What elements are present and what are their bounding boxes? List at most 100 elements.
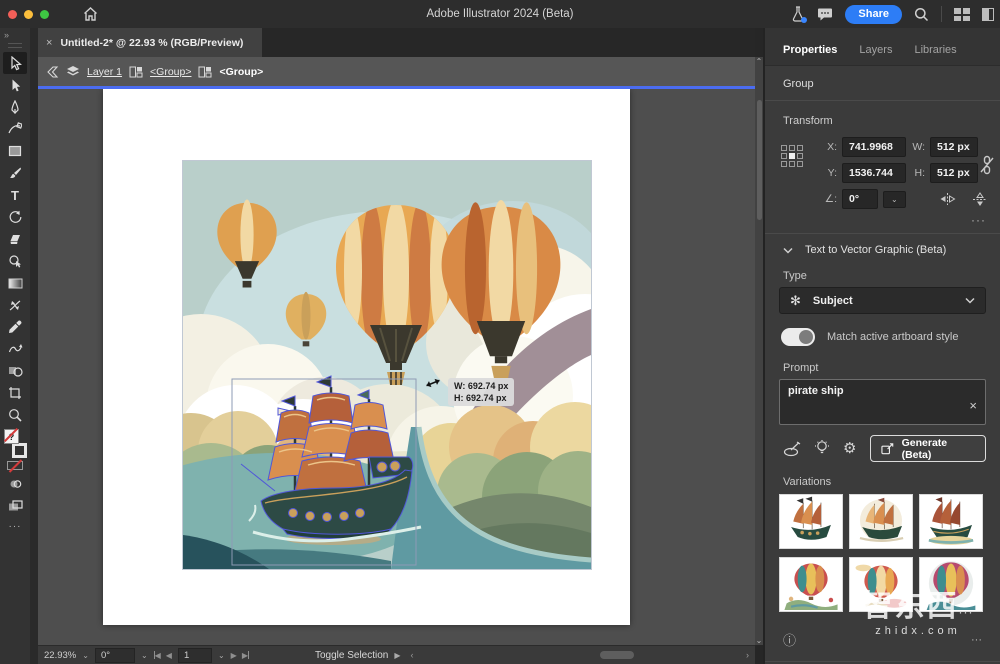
expand-panels-icon[interactable]: » xyxy=(4,30,8,40)
toolbar-grip[interactable] xyxy=(8,43,22,48)
section-chevron-icon[interactable] xyxy=(783,247,793,254)
tab-properties[interactable]: Properties xyxy=(783,44,837,56)
gradient-tool[interactable] xyxy=(3,272,27,294)
shapes-group-tool[interactable] xyxy=(3,360,27,382)
close-window-button[interactable] xyxy=(8,10,17,19)
tab-libraries[interactable]: Libraries xyxy=(914,44,956,56)
dock-gap xyxy=(30,28,38,664)
vertical-scroll-thumb[interactable] xyxy=(757,100,762,220)
status-expand-icon[interactable]: ▶ xyxy=(394,651,400,660)
curvature-tool[interactable] xyxy=(3,118,27,140)
last-artboard-button[interactable]: ▶ xyxy=(242,651,249,660)
x-field[interactable]: 741.9968 xyxy=(842,137,906,157)
match-style-toggle[interactable] xyxy=(781,328,815,346)
rectangle-tool[interactable] xyxy=(3,140,27,162)
eraser-tool[interactable] xyxy=(3,228,27,250)
scroll-right-icon[interactable]: › xyxy=(746,650,749,660)
zoom-tool[interactable] xyxy=(3,404,27,426)
variation-thumbnail-ship-3[interactable] xyxy=(919,494,983,549)
zoom-level-value[interactable]: 22.93% xyxy=(44,650,76,661)
rotation-angle-field[interactable]: 0° xyxy=(842,189,878,209)
artboard-number-field[interactable]: 1 xyxy=(178,648,212,663)
width-field[interactable]: 512 px xyxy=(930,137,978,157)
home-icon[interactable] xyxy=(83,7,98,21)
next-artboard-button[interactable]: ▶ xyxy=(231,651,237,660)
fill-stroke-swatches[interactable]: ? xyxy=(3,428,27,458)
style-picker-icon[interactable] xyxy=(783,441,801,457)
minimize-window-button[interactable] xyxy=(24,10,33,19)
variation-thumbnail-balloon-2[interactable] xyxy=(849,557,913,612)
workspace-layout-icon[interactable] xyxy=(954,8,970,21)
eyedropper-tool[interactable] xyxy=(3,316,27,338)
more-tools-button[interactable]: ··· xyxy=(9,521,22,532)
artboard-dropdown-icon[interactable]: ⌄ xyxy=(218,651,225,660)
prompt-input[interactable]: pirate ship × xyxy=(779,379,986,425)
prev-artboard-button[interactable]: ◀ xyxy=(166,651,172,660)
back-arrow-icon[interactable] xyxy=(46,66,59,78)
rotate-tool[interactable] xyxy=(3,206,27,228)
height-field[interactable]: 512 px xyxy=(930,163,978,183)
width-tool[interactable] xyxy=(3,294,27,316)
settings-gear-icon[interactable]: ⚙ xyxy=(843,441,856,456)
first-artboard-button[interactable]: ◀ xyxy=(154,651,161,660)
direct-selection-tool[interactable] xyxy=(3,74,27,96)
flip-horizontal-icon[interactable] xyxy=(939,192,956,207)
zoom-window-button[interactable] xyxy=(40,10,49,19)
variation-thumbnail-ship-1[interactable] xyxy=(779,494,843,549)
pen-tool[interactable] xyxy=(3,96,27,118)
ttv-section-header[interactable]: Text to Vector Graphic (Beta) xyxy=(765,234,1000,264)
artwork-illustration[interactable] xyxy=(183,161,591,569)
window-controls[interactable] xyxy=(8,10,49,19)
flip-vertical-icon[interactable] xyxy=(972,192,988,207)
x-label: X: xyxy=(823,141,837,153)
scroll-left-icon[interactable]: ‹ xyxy=(411,650,414,660)
screen-mode-button[interactable] xyxy=(3,495,27,517)
shape-builder-tool[interactable] xyxy=(3,250,27,272)
subject-dropdown[interactable]: ✻ Subject xyxy=(779,287,986,314)
artboard[interactable] xyxy=(103,89,630,625)
tab-layers[interactable]: Layers xyxy=(859,44,892,56)
horizontal-scrollbar[interactable]: ‹ › xyxy=(411,649,749,661)
artboard-tool[interactable] xyxy=(3,382,27,404)
document-tab[interactable]: × Untitled-2* @ 22.93 % (RGB/Preview) xyxy=(38,28,262,57)
lightbulb-icon[interactable] xyxy=(815,440,829,457)
paintbrush-tool[interactable] xyxy=(3,162,27,184)
constrain-proportions-icon[interactable] xyxy=(978,155,996,175)
search-icon[interactable] xyxy=(914,7,929,22)
properties-panel: Properties Layers Libraries Group Transf… xyxy=(763,28,1000,664)
rotation-field[interactable]: 0° xyxy=(95,648,135,663)
size-tooltip: W: 692.74 px H: 692.74 px xyxy=(448,378,514,406)
breadcrumb-group-1[interactable]: <Group> xyxy=(150,66,191,78)
variations-more-icon[interactable]: ··· xyxy=(971,634,982,646)
scroll-up-icon[interactable]: ⌃ xyxy=(756,57,763,66)
info-icon[interactable]: ⓘ xyxy=(783,630,796,649)
y-field[interactable]: 1536.744 xyxy=(842,163,906,183)
drawing-mode-button[interactable] xyxy=(3,473,27,495)
comments-icon[interactable] xyxy=(817,7,833,22)
horizontal-scroll-thumb[interactable] xyxy=(600,651,634,659)
share-button[interactable]: Share xyxy=(845,5,902,24)
variation-thumbnail-ship-2[interactable] xyxy=(849,494,913,549)
stroke-swatch[interactable] xyxy=(12,443,27,458)
angle-dropdown-icon[interactable]: ⌄ xyxy=(883,191,906,208)
breadcrumb-layer[interactable]: Layer 1 xyxy=(87,66,122,78)
selection-tool[interactable] xyxy=(3,52,27,74)
variation-thumbnail-balloon-3[interactable] xyxy=(919,557,983,612)
scroll-down-icon[interactable]: ⌄ xyxy=(756,636,763,645)
document-tab-bar: × Untitled-2* @ 22.93 % (RGB/Preview) xyxy=(38,28,755,57)
variation-thumbnail-balloon-1[interactable] xyxy=(779,557,843,612)
rotate-view-tool[interactable] xyxy=(3,338,27,360)
reference-point-locator[interactable] xyxy=(781,145,803,167)
clear-prompt-icon[interactable]: × xyxy=(969,398,977,413)
tools-panel: » T ? xyxy=(0,28,30,664)
beta-features-icon[interactable] xyxy=(791,6,805,22)
canvas-pasteboard[interactable]: W: 692.74 px H: 692.74 px xyxy=(38,89,755,645)
rotation-dropdown-icon[interactable]: ⌄ xyxy=(141,651,148,660)
color-none-button[interactable] xyxy=(7,461,23,470)
transform-more-options[interactable]: ··· xyxy=(765,209,1000,227)
panel-layout-icon[interactable] xyxy=(982,8,994,21)
generate-button[interactable]: Generate (Beta) xyxy=(870,435,986,462)
zoom-dropdown-icon[interactable]: ⌄ xyxy=(82,651,89,660)
close-tab-icon[interactable]: × xyxy=(46,37,52,49)
type-tool[interactable]: T xyxy=(3,184,27,206)
